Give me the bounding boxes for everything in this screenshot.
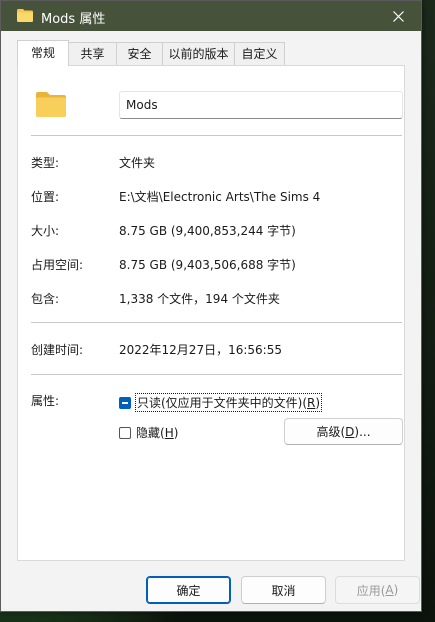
folder-name-input[interactable] (119, 91, 403, 119)
size-value: 8.75 GB (9,400,853,244 字节) (119, 224, 296, 238)
properties-dialog: Mods 属性 常规 共享 安全 以前的版本 自定义 类型: 文件夹 位置: E… (0, 0, 422, 612)
cancel-button[interactable]: 取消 (241, 576, 326, 604)
contains-value: 1,338 个文件，194 个文件夹 (119, 292, 280, 306)
divider (31, 135, 402, 136)
tab-security[interactable]: 安全 (116, 42, 163, 66)
divider (31, 374, 402, 375)
folder-icon (36, 92, 66, 117)
advanced-button[interactable]: 高级(D)... (284, 418, 403, 445)
size-on-disk-value: 8.75 GB (9,403,506,688 字节) (119, 258, 296, 272)
divider (31, 322, 402, 323)
location-value: E:\文档\Electronic Arts\The Sims 4 (119, 190, 321, 204)
created-value: 2022年12月27日，16:56:55 (119, 343, 282, 357)
close-icon (392, 10, 404, 22)
contains-label: 包含: (31, 292, 60, 306)
attributes-label: 属性: (31, 394, 60, 408)
title-bar[interactable]: Mods 属性 (1, 1, 421, 31)
tab-sharing[interactable]: 共享 (68, 42, 117, 66)
apply-button[interactable]: 应用(A) (335, 576, 420, 604)
tab-previous-versions[interactable]: 以前的版本 (162, 42, 235, 66)
type-value: 文件夹 (119, 156, 156, 170)
window-title: Mods 属性 (41, 12, 106, 27)
tab-general[interactable]: 常规 (17, 40, 69, 66)
created-label: 创建时间: (31, 343, 84, 357)
readonly-checkbox-box[interactable] (119, 396, 131, 409)
close-button[interactable] (375, 1, 421, 31)
readonly-checkbox[interactable]: 只读(仅应用于文件夹中的文件)(R) (119, 393, 323, 412)
general-panel: 类型: 文件夹 位置: E:\文档\Electronic Arts\The Si… (17, 65, 405, 561)
ok-button[interactable]: 确定 (146, 576, 231, 604)
size-label: 大小: (31, 224, 60, 238)
size-on-disk-label: 占用空间: (31, 258, 84, 272)
type-label: 类型: (31, 156, 60, 170)
tab-customize[interactable]: 自定义 (234, 42, 285, 66)
hidden-checkbox[interactable]: 隐藏(H) (119, 424, 179, 441)
folder-icon (17, 9, 33, 22)
hidden-checkbox-label: 隐藏(H) (136, 426, 179, 440)
location-label: 位置: (31, 190, 60, 204)
readonly-checkbox-label: 只读(仅应用于文件夹中的文件)(R) (135, 393, 323, 412)
hidden-checkbox-box[interactable] (119, 426, 131, 439)
